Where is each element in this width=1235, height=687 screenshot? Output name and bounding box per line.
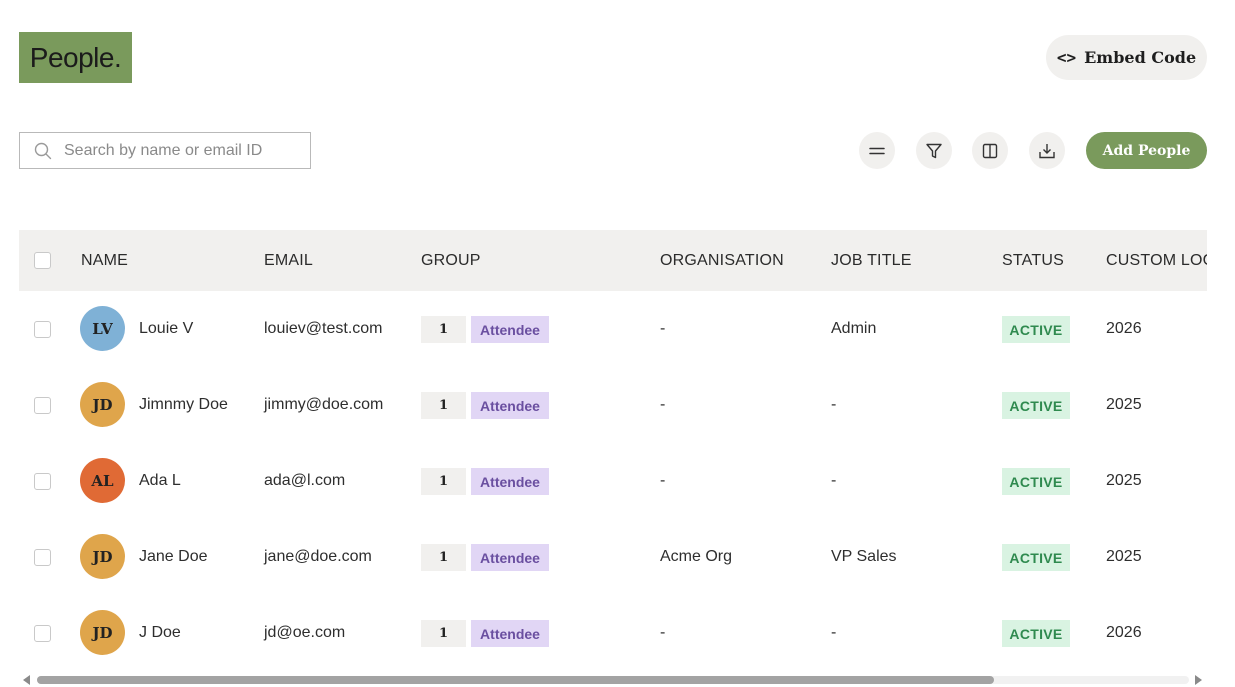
job-title: Admin [831, 320, 877, 337]
custom-log: 2026 [1106, 320, 1142, 337]
group-tag: Attendee [471, 620, 549, 647]
avatar: JD [80, 534, 125, 579]
group-tag: Attendee [471, 316, 549, 343]
columns-icon [982, 143, 998, 158]
row-checkbox[interactable] [34, 549, 51, 566]
status-badge: ACTIVE [1002, 544, 1070, 571]
search-box[interactable] [19, 132, 311, 169]
person-name[interactable]: Jimnmy Doe [139, 367, 228, 443]
status-badge: ACTIVE [1002, 468, 1070, 495]
table-row[interactable]: JD Jane Doe jane@doe.com 1 Attendee Acme… [19, 519, 1207, 595]
table-row[interactable]: JD J Doe jd@oe.com 1 Attendee - - ACTIVE… [19, 595, 1207, 670]
custom-log: 2025 [1106, 548, 1142, 565]
select-all-checkbox[interactable] [34, 252, 51, 269]
organisation: - [660, 396, 666, 413]
group-count-badge: 1 [421, 468, 466, 495]
avatar: AL [80, 458, 125, 503]
group-tag: Attendee [471, 392, 549, 419]
avatar: JD [80, 382, 125, 427]
density-button[interactable] [859, 132, 895, 169]
person-email: jimmy@doe.com [264, 396, 384, 413]
group-count-badge: 1 [421, 392, 466, 419]
embed-code-label: Embed Code [1084, 48, 1197, 67]
group-tag: Attendee [471, 468, 549, 495]
add-people-button[interactable]: Add People [1086, 132, 1207, 169]
column-header-name[interactable]: NAME [81, 230, 128, 291]
column-header-organisation[interactable]: ORGANISATION [660, 230, 784, 291]
row-checkbox[interactable] [34, 625, 51, 642]
column-header-job-title[interactable]: JOB TITLE [831, 230, 912, 291]
filter-icon [926, 143, 942, 158]
group-count-badge: 1 [421, 620, 466, 647]
page-title: People. [19, 32, 132, 83]
list-density-icon [869, 147, 885, 154]
person-email: jane@doe.com [264, 548, 372, 565]
table-row[interactable]: AL Ada L ada@l.com 1 Attendee - - ACTIVE… [19, 443, 1207, 519]
status-badge: ACTIVE [1002, 316, 1070, 343]
custom-log: 2026 [1106, 624, 1142, 641]
organisation: - [660, 320, 666, 337]
custom-log: 2025 [1106, 396, 1142, 413]
column-header-custom-log[interactable]: CUSTOM LOG [1106, 230, 1207, 291]
table-row[interactable]: LV Louie V louiev@test.com 1 Attendee - … [19, 291, 1207, 367]
row-checkbox[interactable] [34, 397, 51, 414]
scroll-left-arrow-icon[interactable] [23, 675, 30, 685]
status-badge: ACTIVE [1002, 392, 1070, 419]
table-header: NAME EMAIL GROUP ORGANISATION JOB TITLE … [19, 230, 1207, 291]
export-button[interactable] [1029, 132, 1065, 169]
job-title: VP Sales [831, 548, 897, 565]
table-row[interactable]: JD Jimnmy Doe jimmy@doe.com 1 Attendee -… [19, 367, 1207, 443]
code-icon: <> [1056, 48, 1077, 67]
column-header-status[interactable]: STATUS [1002, 230, 1064, 291]
job-title: - [831, 472, 837, 489]
person-name[interactable]: J Doe [139, 595, 181, 670]
custom-log: 2025 [1106, 472, 1142, 489]
organisation: - [660, 472, 666, 489]
column-header-email[interactable]: EMAIL [264, 230, 313, 291]
group-count-badge: 1 [421, 544, 466, 571]
row-checkbox[interactable] [34, 321, 51, 338]
person-email: ada@l.com [264, 472, 346, 489]
horizontal-scrollbar[interactable] [19, 672, 1207, 687]
person-email: jd@oe.com [264, 624, 346, 641]
download-icon [1039, 143, 1055, 158]
avatar: JD [80, 610, 125, 655]
person-name[interactable]: Ada L [139, 443, 181, 519]
person-name[interactable]: Jane Doe [139, 519, 208, 595]
job-title: - [831, 624, 837, 641]
status-badge: ACTIVE [1002, 620, 1070, 647]
group-tag: Attendee [471, 544, 549, 571]
embed-code-button[interactable]: <> Embed Code [1046, 35, 1207, 80]
column-header-group[interactable]: GROUP [421, 230, 481, 291]
search-icon [34, 142, 52, 159]
row-checkbox[interactable] [34, 473, 51, 490]
filter-button[interactable] [916, 132, 952, 169]
group-count-badge: 1 [421, 316, 466, 343]
person-name[interactable]: Louie V [139, 291, 193, 367]
search-input[interactable] [64, 141, 284, 160]
organisation: - [660, 624, 666, 641]
scroll-right-arrow-icon[interactable] [1195, 675, 1202, 685]
columns-button[interactable] [972, 132, 1008, 169]
avatar: LV [80, 306, 125, 351]
scrollbar-thumb[interactable] [37, 676, 994, 684]
organisation: Acme Org [660, 548, 733, 565]
people-table: NAME EMAIL GROUP ORGANISATION JOB TITLE … [19, 230, 1207, 670]
job-title: - [831, 396, 837, 413]
person-email: louiev@test.com [264, 320, 383, 337]
